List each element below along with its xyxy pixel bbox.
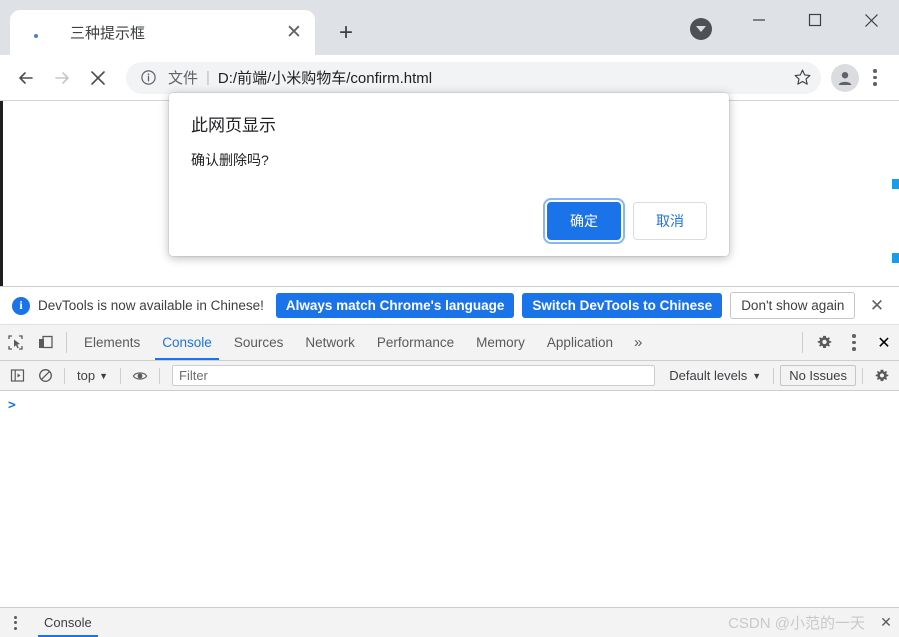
devtools-tab-application[interactable]: Application	[536, 325, 624, 360]
devtools-tab-elements[interactable]: Elements	[73, 325, 151, 360]
devtools-tab-memory[interactable]: Memory	[465, 325, 536, 360]
stop-loading-button[interactable]	[80, 60, 116, 96]
scrollbar-mark	[892, 253, 899, 263]
javascript-confirm-dialog: 此网页显示 确认删除吗? 确定 取消	[169, 93, 729, 256]
console-toolbar: top ▼ Default levels ▼ No Issues	[0, 361, 899, 391]
dialog-title: 此网页显示	[191, 116, 276, 135]
download-indicator-icon[interactable]	[690, 18, 712, 40]
devtools-close-icon[interactable]: ✕	[869, 325, 899, 360]
tab-close-icon[interactable]: ✕	[281, 20, 307, 46]
chevron-down-icon: ▼	[752, 370, 762, 381]
devtools-more-tabs-icon[interactable]: »	[624, 325, 652, 360]
url-scheme-label: 文件	[168, 70, 199, 87]
toolbar-divider	[773, 367, 775, 384]
console-filter-input[interactable]	[172, 365, 656, 386]
console-context-label: top	[77, 368, 96, 383]
drawer-menu-icon[interactable]	[0, 608, 30, 637]
always-match-language-button[interactable]: Always match Chrome's language	[275, 293, 515, 318]
log-levels-label: Default levels	[669, 368, 748, 383]
console-settings-gear-icon[interactable]	[869, 364, 895, 388]
console-output-area[interactable]: >	[0, 391, 899, 607]
live-expression-eye-icon[interactable]	[127, 364, 153, 388]
drawer-close-icon[interactable]: ✕	[873, 608, 899, 637]
console-input-prompt[interactable]: >	[0, 396, 899, 416]
console-log-levels-selector[interactable]: Default levels ▼	[663, 368, 767, 383]
window-controls	[731, 0, 899, 40]
devtools-menu-icon[interactable]	[839, 325, 869, 360]
devtools-tab-console[interactable]: Console	[151, 325, 223, 360]
devtools-panel: i DevTools is now available in Chinese! …	[0, 286, 899, 637]
no-issues-button[interactable]: No Issues	[780, 365, 856, 386]
browser-window: 三种提示框 ✕ + 文件 | D:/前端/小米购物车/confirm.html …	[0, 0, 899, 637]
toolbar-divider	[120, 367, 121, 384]
toolbar-divider	[66, 332, 67, 353]
inspect-element-icon[interactable]	[0, 325, 30, 360]
devtools-drawer: Console CSDN @小范的一天 ✕	[0, 607, 899, 637]
info-icon: i	[12, 296, 30, 315]
maximize-button[interactable]	[787, 0, 843, 40]
toolbar-divider	[64, 367, 65, 384]
address-bar[interactable]: 文件 | D:/前端/小米购物车/confirm.html	[126, 61, 821, 94]
console-sidebar-icon[interactable]	[4, 364, 30, 388]
devtools-tab-sources[interactable]: Sources	[223, 325, 295, 360]
page-info-icon[interactable]	[138, 68, 158, 88]
scrollbar-mark	[892, 179, 899, 189]
devtools-tabbar-right: ✕	[796, 325, 899, 360]
devtools-tab-network[interactable]: Network	[294, 325, 366, 360]
devtools-language-banner: i DevTools is now available in Chinese! …	[0, 287, 899, 325]
clear-console-icon[interactable]	[32, 364, 58, 388]
close-window-button[interactable]	[843, 0, 899, 40]
devtools-tab-performance[interactable]: Performance	[366, 325, 465, 360]
browser-tab[interactable]: 三种提示框 ✕	[10, 10, 315, 55]
profile-avatar-icon[interactable]	[831, 63, 859, 92]
console-prompt-caret: >	[8, 398, 16, 413]
toolbar-divider	[802, 332, 803, 353]
minimize-button[interactable]	[731, 0, 787, 40]
dialog-cancel-button[interactable]: 取消	[633, 202, 707, 240]
console-context-selector[interactable]: top ▼	[71, 368, 114, 383]
blue-dot-favicon-icon	[28, 25, 44, 41]
tab-strip: 三种提示框 ✕ +	[0, 0, 899, 55]
new-tab-button[interactable]: +	[329, 16, 363, 50]
toolbar-divider	[862, 367, 863, 384]
tab-title: 三种提示框	[70, 25, 146, 42]
banner-text: DevTools is now available in Chinese!	[38, 298, 264, 313]
dialog-message: 确认删除吗?	[191, 152, 269, 168]
url-separator: |	[206, 69, 210, 86]
device-toolbar-icon[interactable]	[30, 325, 60, 360]
banner-close-icon[interactable]: ✕	[865, 294, 889, 318]
dialog-confirm-button[interactable]: 确定	[547, 202, 621, 240]
devtools-tabbar: Elements Console Sources Network Perform…	[0, 325, 899, 361]
url-text: D:/前端/小米购物车/confirm.html	[217, 70, 433, 87]
chevron-down-icon: ▼	[99, 370, 108, 381]
browser-menu-icon[interactable]	[859, 62, 891, 94]
dont-show-again-button[interactable]: Don't show again	[730, 292, 856, 319]
forward-button[interactable]	[44, 60, 80, 96]
bookmark-star-icon[interactable]	[787, 63, 817, 93]
drawer-tab-console[interactable]: Console	[30, 608, 106, 637]
page-left-edge	[0, 101, 3, 286]
switch-devtools-to-chinese-button[interactable]: Switch DevTools to Chinese	[522, 293, 723, 318]
devtools-settings-gear-icon[interactable]	[809, 325, 839, 360]
dialog-actions: 确定 取消	[191, 202, 707, 240]
back-button[interactable]	[8, 60, 44, 96]
watermark-text: CSDN @小范的一天	[728, 615, 865, 632]
toolbar-divider	[159, 367, 160, 384]
